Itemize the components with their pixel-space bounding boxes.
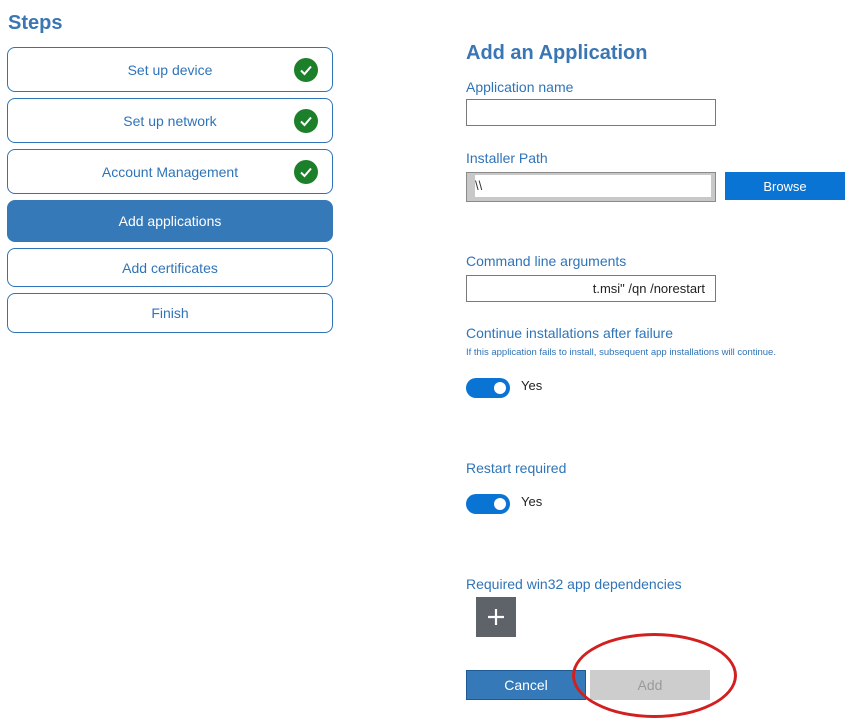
page-title: Add an Application [466, 42, 648, 64]
app-name-input[interactable] [466, 99, 716, 126]
step-label: Add applications [118, 213, 222, 229]
step-label: Set up device [127, 61, 213, 78]
restart-toggle-label: Yes [521, 494, 543, 509]
checkmark-icon [294, 57, 318, 82]
toggle-knob [494, 498, 506, 510]
checkmark-icon [294, 108, 318, 133]
continue-label: Continue installations after failure [466, 325, 674, 341]
cmd-args-input[interactable]: t.msi" /qn /norestart [466, 275, 716, 302]
annotation-circle [572, 633, 737, 718]
dependencies-label: Required win32 app dependencies [466, 576, 682, 592]
step-label: Add certificates [122, 259, 218, 276]
restart-label: Restart required [466, 460, 567, 476]
cmd-args-label: Command line arguments [466, 253, 627, 269]
steps-title: Steps [8, 12, 63, 34]
continue-toggle[interactable] [466, 378, 510, 398]
installer-path-field[interactable]: \\ [466, 172, 716, 202]
cmd-args-value: t.msi" /qn /norestart [592, 281, 705, 296]
cancel-button[interactable]: Cancel [466, 670, 586, 700]
step-label: Account Management [101, 163, 239, 180]
plus-icon [488, 609, 504, 625]
installer-path-value: \\ [475, 175, 483, 197]
app-name-label: Application name [466, 79, 574, 95]
step-account-management[interactable]: Account Management [7, 149, 333, 194]
checkmark-icon [294, 159, 318, 184]
step-add-applications[interactable]: Add applications [7, 200, 333, 242]
continue-toggle-label: Yes [521, 378, 543, 393]
step-label: Set up network [123, 112, 217, 129]
step-finish[interactable]: Finish [7, 293, 333, 333]
step-set-up-network[interactable]: Set up network [7, 98, 333, 143]
browse-button[interactable]: Browse [725, 172, 845, 200]
continue-description: If this application fails to install, su… [466, 347, 776, 358]
step-set-up-device[interactable]: Set up device [7, 47, 333, 92]
restart-toggle[interactable] [466, 494, 510, 514]
step-label: Finish [151, 305, 189, 321]
step-add-certificates[interactable]: Add certificates [7, 248, 333, 287]
installer-path-label: Installer Path [466, 150, 548, 166]
toggle-knob [494, 382, 506, 394]
add-dependency-button[interactable] [476, 597, 516, 637]
